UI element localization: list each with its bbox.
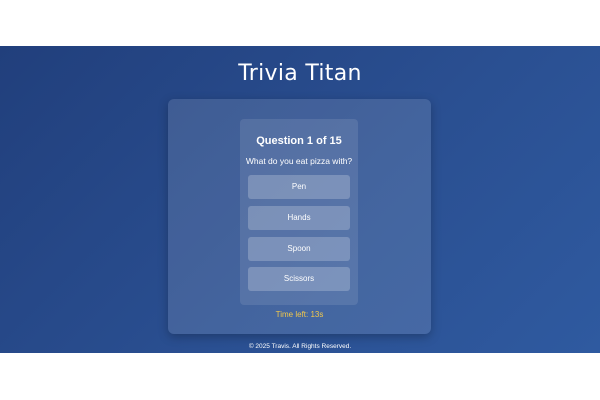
question-counter: Question 1 of 15 [256, 135, 342, 147]
question-card: Question 1 of 15 What do you eat pizza w… [240, 119, 358, 305]
app-title: Trivia Titan [238, 61, 362, 86]
question-text: What do you eat pizza with? [245, 156, 353, 166]
answer-button-pen[interactable]: Pen [248, 175, 350, 199]
quiz-container: Question 1 of 15 What do you eat pizza w… [168, 99, 431, 334]
answer-button-spoon[interactable]: Spoon [248, 237, 350, 261]
footer-copyright: © 2025 Travis. All Rights Reserved. [248, 343, 352, 350]
time-left: Time left: 13s [275, 310, 324, 319]
answer-button-hands[interactable]: Hands [248, 206, 350, 230]
app-background: Trivia Titan Question 1 of 15 What do yo… [0, 46, 600, 353]
answer-button-scissors[interactable]: Scissors [248, 267, 350, 291]
